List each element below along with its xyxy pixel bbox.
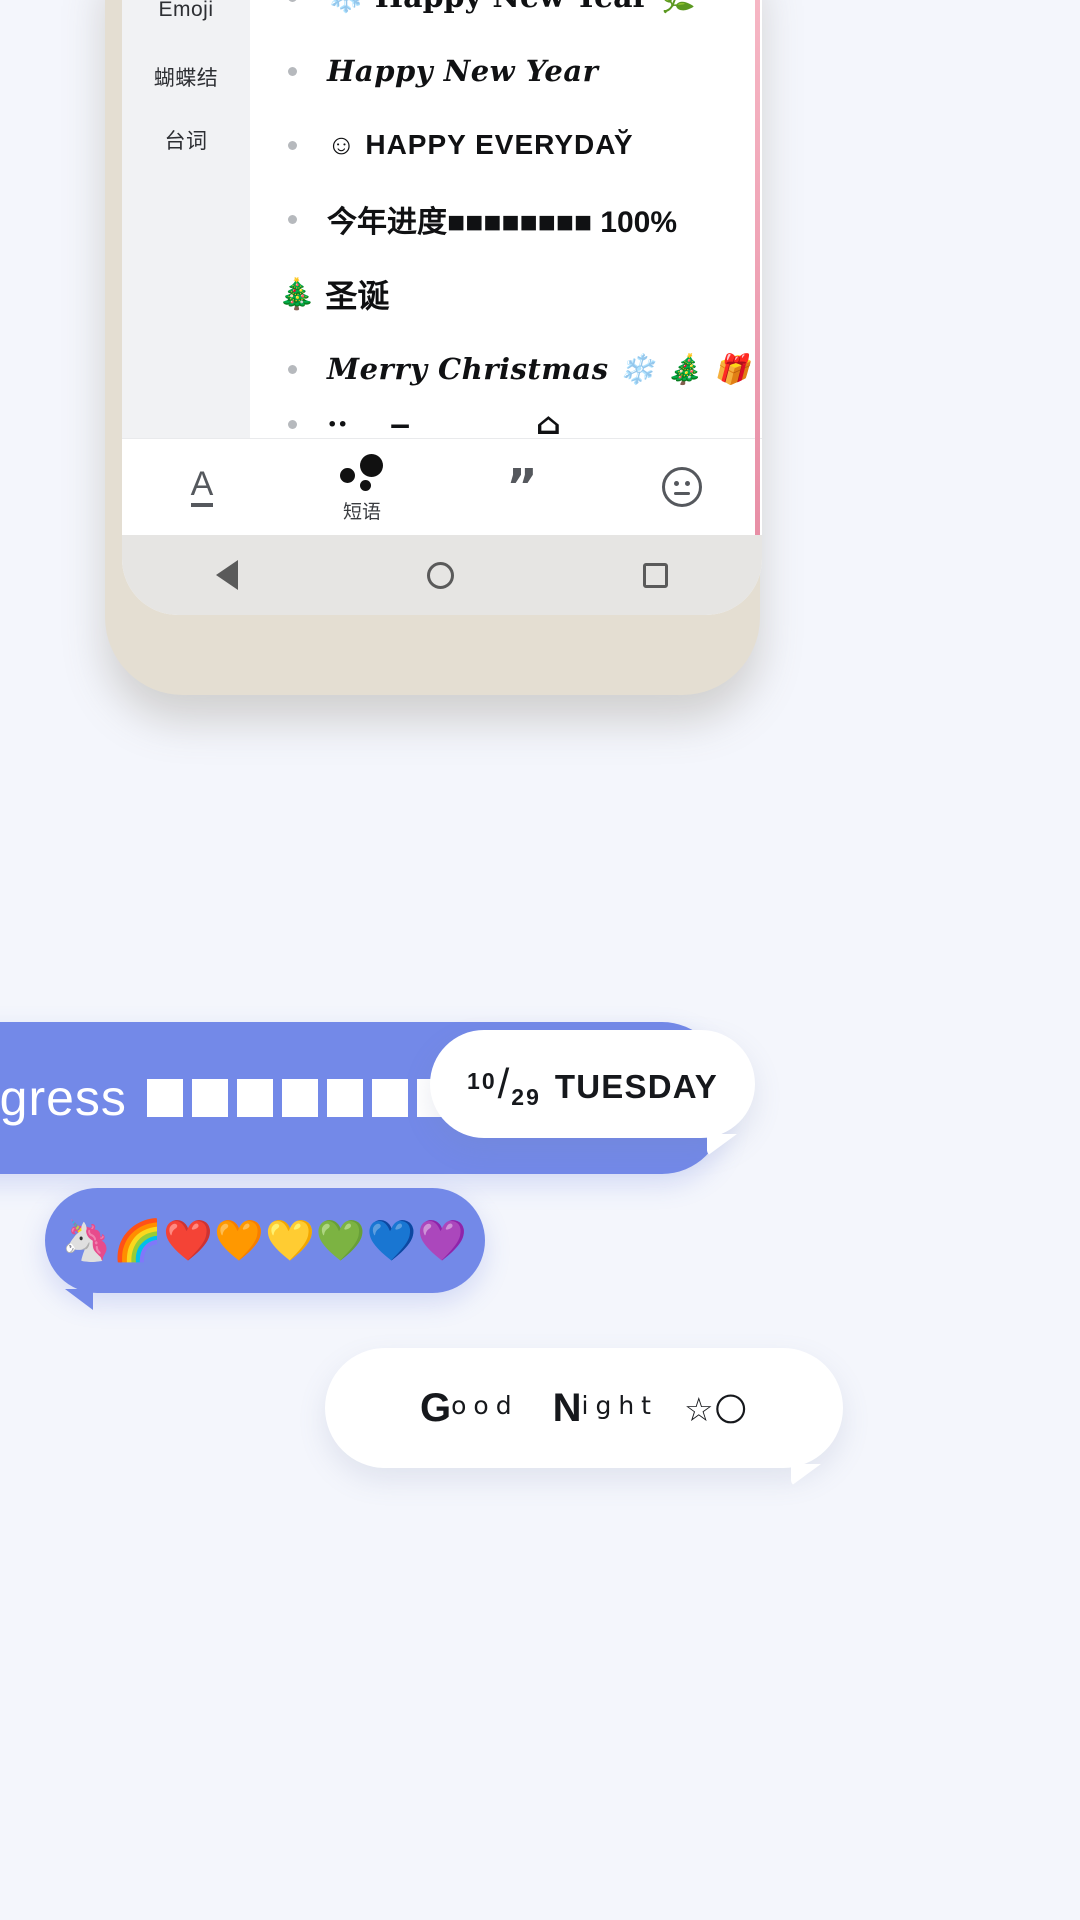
goodnight-moon-icon: ☆🌕 (683, 1389, 748, 1429)
category-item-emoji[interactable]: Emoji (122, 0, 250, 22)
section-title: 圣诞 (325, 278, 390, 314)
goodnight-ight: ight (581, 1390, 658, 1420)
back-triangle-icon[interactable] (216, 560, 239, 590)
progress-square-filled (281, 1079, 318, 1117)
bullet-icon (288, 140, 297, 150)
bullet-icon (288, 419, 297, 429)
phrase-text: Merry Christmas ❄️ 🎄 🎁 (327, 351, 751, 386)
goodnight-chat-bubble[interactable]: G ood N ight ☆🌕 (325, 1348, 843, 1486)
phrase-text-clipped: ·· ‒ ⌂ (327, 406, 561, 442)
goodnight-ood: ood (451, 1390, 519, 1420)
list-item[interactable]: 今年进度■■■■■■■■ 100% (250, 182, 762, 256)
bullet-icon (288, 0, 297, 2)
emoji-chat-bubble[interactable]: 🦄🌈❤️🧡💛💚💙💜 (45, 1188, 485, 1310)
goodnight-n: N (552, 1385, 582, 1430)
toolbar-font-style[interactable]: A (122, 439, 282, 536)
bubble-tail (707, 1134, 737, 1156)
date-chat-bubble[interactable]: 10 / 29 TUESDAY (430, 1030, 755, 1156)
phrase-text: ❄️ Happy New Year 🌿 (327, 0, 696, 15)
phrase-text: ☺ HAPPY EVERYDAY̆ (327, 129, 634, 160)
toolbar-phrases-label: 短语 (342, 501, 381, 523)
phrases-dots-icon (339, 451, 385, 495)
bullet-icon (288, 364, 297, 374)
list-item[interactable]: Merry Christmas ❄️ 🎄 🎁 (250, 332, 762, 406)
progress-square-filled (326, 1079, 363, 1117)
phrase-text: Happy New Year (327, 54, 599, 88)
date-weekday: TUESDAY (554, 1068, 718, 1105)
phone-mockup: Emoji 蝴蝶结 台词 ❄️ Happy New Year 🌿 Happy N… (105, 0, 762, 695)
list-item[interactable]: Happy New Year (250, 34, 762, 108)
emoji-smiley-icon (662, 465, 702, 509)
phone-screen: Emoji 蝴蝶结 台词 ❄️ Happy New Year 🌿 Happy N… (122, 0, 762, 615)
android-nav-bar (122, 535, 762, 615)
bullet-icon (288, 66, 297, 76)
goodnight-text: G ood N ight ☆🌕 (420, 1386, 748, 1431)
bubble-tail (65, 1289, 93, 1310)
home-circle-icon[interactable] (426, 561, 454, 589)
date-slash: / (497, 1060, 511, 1107)
font-style-icon: A (190, 465, 214, 509)
section-header-christmas: 🎄 圣诞 (250, 256, 762, 332)
toolbar-phrases[interactable]: 短语 (282, 439, 442, 536)
phone-edge-accent (755, 0, 760, 535)
date-month: 10 (467, 1068, 497, 1094)
category-item-lines[interactable]: 台词 (122, 125, 250, 155)
list-item[interactable]: ❄️ Happy New Year 🌿 (250, 0, 762, 34)
progress-square-filled (146, 1079, 183, 1117)
progress-square-filled (371, 1079, 408, 1117)
bullet-icon (288, 214, 297, 224)
goodnight-g: G (420, 1385, 452, 1430)
progress-square-filled (191, 1079, 228, 1117)
christmas-tree-icon: 🎄 (278, 276, 316, 312)
bubble-tail (791, 1464, 821, 1486)
progress-square-filled (236, 1079, 273, 1117)
category-rail: Emoji 蝴蝶结 台词 (122, 0, 250, 438)
emoji-sequence: 🦄🌈❤️🧡💛💚💙💜 (61, 1218, 469, 1264)
progress-label: rogress (0, 1070, 127, 1126)
date-day-number: 29 (511, 1084, 541, 1110)
phrase-text: 今年进度■■■■■■■■ 100% (327, 206, 678, 239)
list-item[interactable]: ☺ HAPPY EVERYDAY̆ (250, 108, 762, 182)
toolbar-quote[interactable]: ” (442, 439, 602, 536)
screen-root: Emoji 蝴蝶结 台词 ❄️ Happy New Year 🌿 Happy N… (0, 0, 1080, 1920)
date-text: 10 / 29 TUESDAY (467, 1060, 718, 1110)
category-item-bowknot[interactable]: 蝴蝶结 (122, 62, 250, 92)
keyboard-toolbar: A 短语 ” (122, 438, 762, 535)
phrase-list[interactable]: ❄️ Happy New Year 🌿 Happy New Year ☺ HAP… (250, 0, 762, 442)
quote-icon: ” (506, 458, 538, 515)
toolbar-emoji[interactable] (602, 439, 762, 536)
recents-square-icon[interactable] (642, 562, 668, 588)
list-item-partial[interactable]: ·· ‒ ⌂ (250, 406, 762, 442)
